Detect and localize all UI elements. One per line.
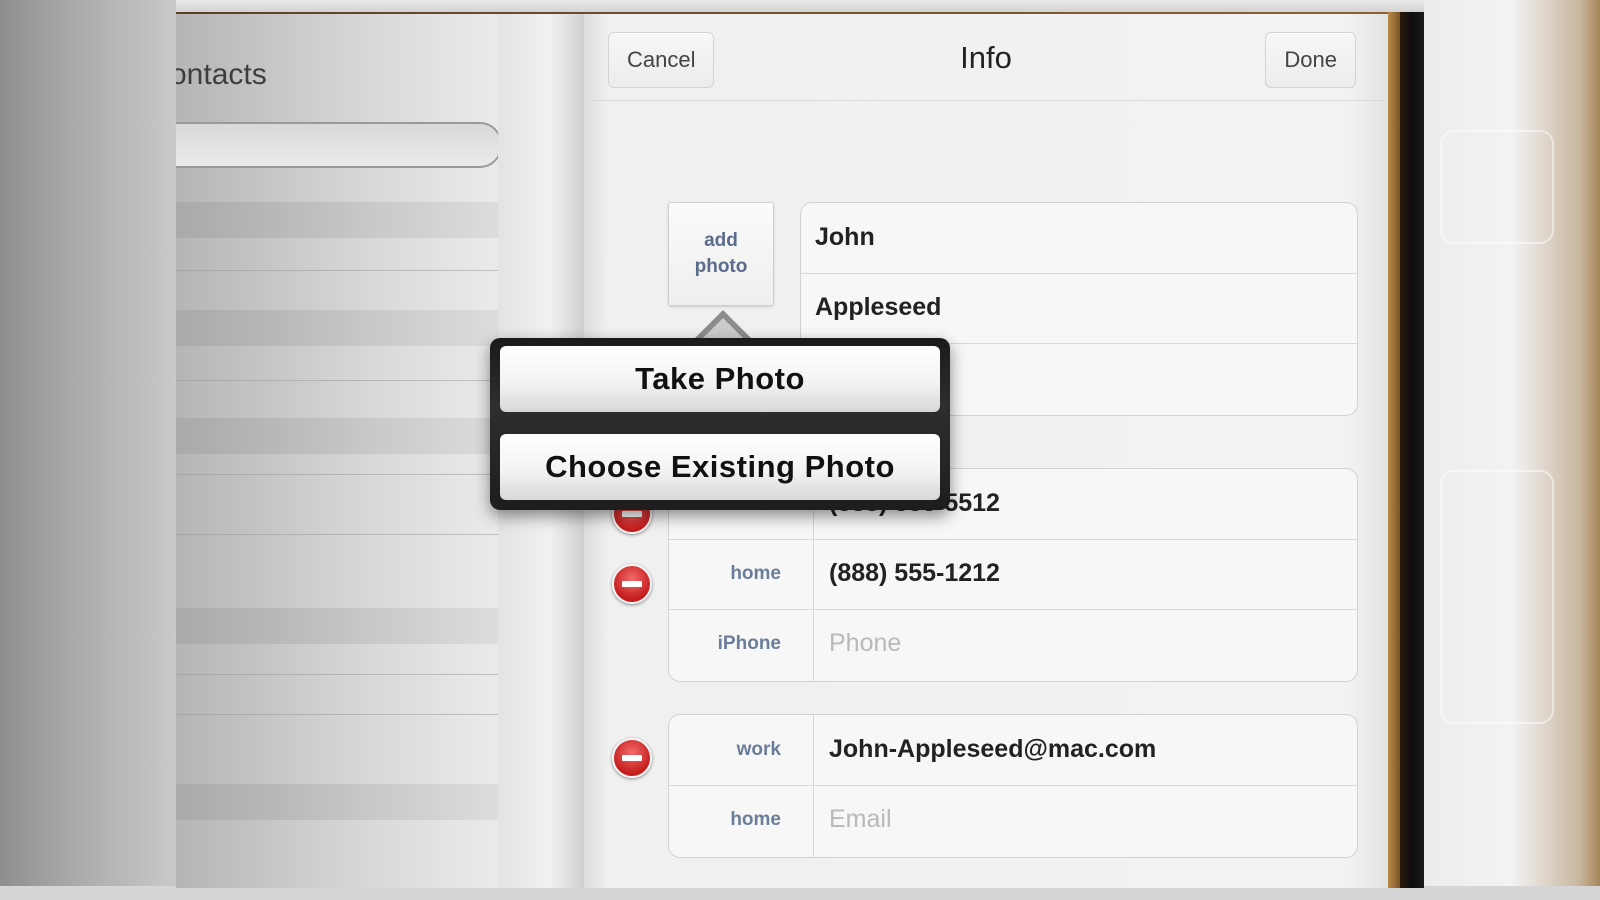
first-name-field[interactable]: John xyxy=(801,203,1357,274)
contact-row[interactable] xyxy=(176,202,498,238)
row-divider xyxy=(176,674,498,675)
row-divider xyxy=(176,714,498,715)
phone-value-home: (888) 555-1212 xyxy=(829,559,1000,587)
add-photo-label-line2: photo xyxy=(694,256,748,277)
row-divider xyxy=(176,474,498,475)
contact-row[interactable] xyxy=(176,310,498,346)
choose-existing-photo-button[interactable]: Choose Existing Photo xyxy=(500,434,940,500)
contacts-title: ontacts xyxy=(176,58,267,91)
delete-phone-home-icon[interactable] xyxy=(612,564,652,604)
phone-label-iphone[interactable]: iPhone xyxy=(669,609,797,679)
add-photo-label-line1: add xyxy=(704,230,738,251)
last-name-value: Appleseed xyxy=(815,293,942,321)
email-fields-group: work John-Appleseed@mac.com home Email xyxy=(668,714,1358,858)
contact-row[interactable] xyxy=(176,418,498,454)
email-row-home[interactable]: home Email xyxy=(669,785,1357,855)
email-label-home[interactable]: home xyxy=(669,785,797,855)
row-divider xyxy=(176,534,498,535)
photo-options-popover: Take Photo Choose Existing Photo xyxy=(490,338,950,510)
add-photo-button[interactable]: add photo xyxy=(668,202,774,306)
contacts-search-field[interactable] xyxy=(176,122,502,168)
contact-row[interactable] xyxy=(176,608,498,644)
phone-placeholder: Phone xyxy=(829,629,902,657)
blurred-background-left xyxy=(0,0,176,900)
phone-label-home[interactable]: home xyxy=(669,539,797,609)
book-page-edge xyxy=(1388,12,1400,888)
blurred-ghost-shape xyxy=(1440,470,1554,724)
blurred-background-bottom xyxy=(0,886,1600,900)
navigation-bar: Cancel Info Done xyxy=(584,14,1388,101)
last-name-field[interactable]: Appleseed xyxy=(801,273,1357,344)
email-row-work[interactable]: work John-Appleseed@mac.com xyxy=(669,715,1357,786)
email-value-work: John-Appleseed@mac.com xyxy=(829,735,1157,763)
email-label-work[interactable]: work xyxy=(669,715,797,785)
book-cover-edge xyxy=(1400,12,1424,888)
phone-row-home[interactable]: home (888) 555-1212 xyxy=(669,539,1357,610)
email-placeholder: Email xyxy=(829,805,892,833)
take-photo-button[interactable]: Take Photo xyxy=(500,346,940,412)
delete-email-work-icon[interactable] xyxy=(612,738,652,778)
done-button[interactable]: Done xyxy=(1265,32,1356,88)
first-name-value: John xyxy=(815,223,875,251)
row-divider xyxy=(176,270,498,271)
row-divider xyxy=(176,380,498,381)
contact-row[interactable] xyxy=(176,784,498,820)
phone-row-iphone[interactable]: iPhone Phone xyxy=(669,609,1357,679)
blurred-ghost-shape xyxy=(1440,130,1554,244)
